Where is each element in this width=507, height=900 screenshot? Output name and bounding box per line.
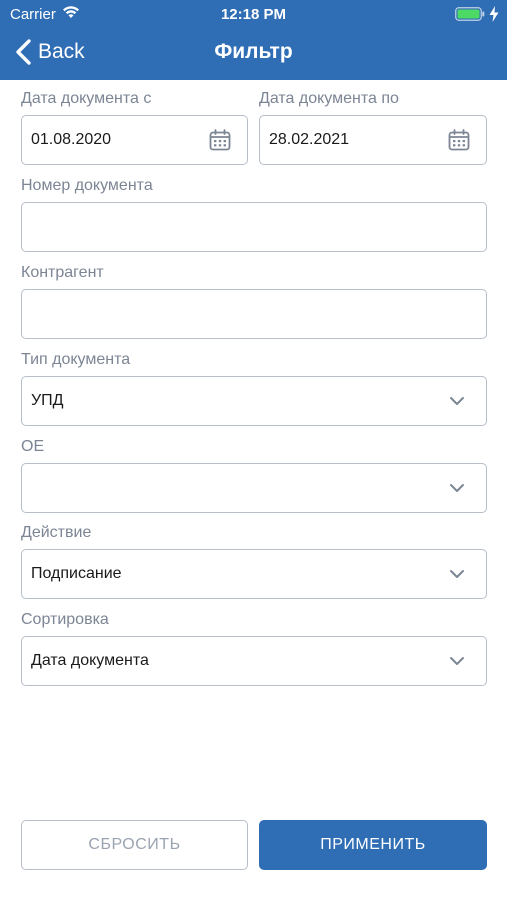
- counterparty-input[interactable]: [21, 289, 487, 339]
- status-time: 12:18 PM: [220, 6, 287, 23]
- apply-button[interactable]: ПРИМЕНИТЬ: [259, 820, 487, 870]
- oe-label: ОЕ: [21, 438, 45, 455]
- doc-type-value: УПД: [31, 392, 64, 409]
- sorting-value: Дата документа: [31, 652, 149, 669]
- navigation-header: Carrier 12:18 PM Back Фильтр: [0, 0, 507, 80]
- chevron-down-icon: [450, 570, 464, 578]
- doc-number-input[interactable]: [21, 202, 487, 252]
- reset-button[interactable]: СБРОСИТЬ: [21, 820, 248, 870]
- calendar-icon[interactable]: [448, 129, 470, 151]
- sorting-select[interactable]: Дата документа: [21, 636, 487, 686]
- action-label: Действие: [21, 524, 92, 541]
- calendar-icon[interactable]: [209, 129, 231, 151]
- doc-type-label: Тип документа: [21, 351, 131, 368]
- chevron-down-icon: [450, 397, 464, 405]
- oe-select[interactable]: [21, 463, 487, 513]
- action-value: Подписание: [31, 565, 122, 582]
- date-from-label: Дата документа с: [21, 90, 152, 107]
- date-from-field[interactable]: 01.08.2020: [21, 115, 248, 165]
- sorting-label: Сортировка: [21, 611, 109, 628]
- page-title: Фильтр: [214, 40, 293, 63]
- battery-icon: [455, 7, 485, 21]
- charging-bolt-icon: [489, 6, 499, 22]
- date-to-label: Дата документа по: [259, 90, 399, 107]
- status-bar: Carrier 12:18 PM: [0, 0, 507, 28]
- date-to-value: 28.02.2021: [269, 131, 350, 148]
- doc-number-label: Номер документа: [21, 177, 153, 194]
- reset-button-label: СБРОСИТЬ: [88, 836, 181, 853]
- doc-type-select[interactable]: УПД: [21, 376, 487, 426]
- chevron-down-icon: [450, 484, 464, 492]
- counterparty-label: Контрагент: [21, 264, 104, 281]
- action-select[interactable]: Подписание: [21, 549, 487, 599]
- date-to-field[interactable]: 28.02.2021: [259, 115, 487, 165]
- apply-button-label: ПРИМЕНИТЬ: [320, 836, 426, 853]
- chevron-down-icon: [450, 657, 464, 665]
- date-from-value: 01.08.2020: [31, 131, 112, 148]
